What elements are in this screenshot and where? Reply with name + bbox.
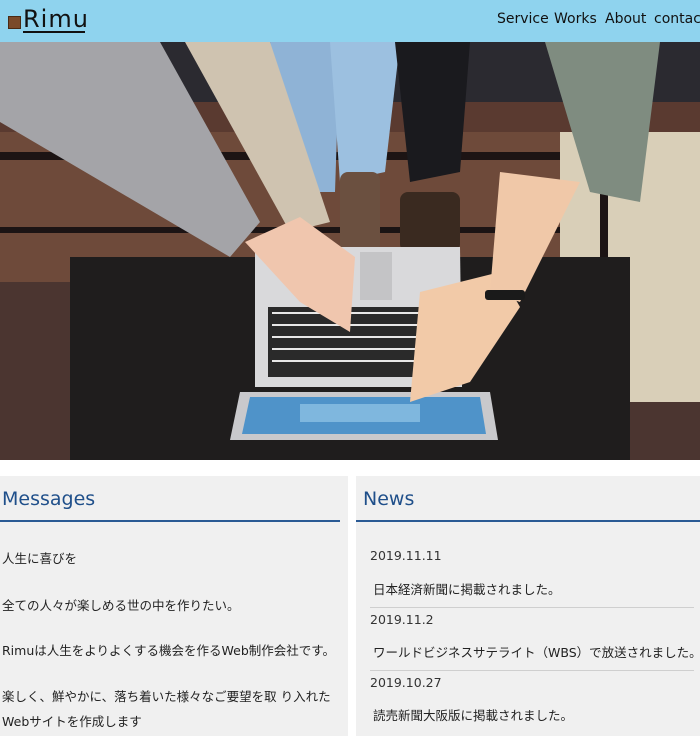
hero-image [0,42,700,460]
news-date: 2019.11.2 [370,612,434,627]
message-line: 楽しく、鮮やかに、落ち着いた様々なご要望を取 り入れた [2,689,331,704]
site-header: Rimu Service Works About contact [0,0,700,42]
messages-section: Messages 人生に喜びを 全ての人々が楽しめる世の中を作りたい。 Rimu… [0,476,348,736]
nav-link-contact[interactable]: contact [654,0,700,38]
news-headline-link[interactable]: 読売新聞大阪版に掲載されました。 [373,705,573,724]
news-date: 2019.10.27 [370,675,442,690]
message-line: 人生に喜びを [2,551,78,566]
message-line: Rimuは人生をよりよくする機会を作るWeb制作会社です。 [2,643,336,658]
news-headline-link[interactable]: ワールドビジネスサテライト（WBS）で放送されました。 [373,642,700,661]
news-date: 2019.11.11 [370,548,442,563]
news-headline-link[interactable]: 日本経済新聞に掲載されました。 [373,579,561,598]
news-title: News [363,488,415,510]
logo-text: Rimu [23,5,89,33]
message-line: Webサイトを作成します [2,714,142,729]
messages-title: Messages [2,488,96,510]
nav-link-service[interactable]: Service [497,0,549,38]
message-line: 全ての人々が楽しめる世の中を作りたい。 [2,598,240,613]
logo-icon [8,16,21,29]
nav-link-works[interactable]: Works [554,0,597,38]
news-section: News 2019.11.11 日本経済新聞に掲載されました。 2019.11.… [356,476,700,736]
news-separator [370,670,694,671]
news-divider [356,520,700,522]
hero-illustration [0,42,700,460]
news-separator [370,607,694,608]
logo-underline [23,31,85,33]
nav-link-about[interactable]: About [605,0,646,38]
messages-divider [0,520,340,522]
